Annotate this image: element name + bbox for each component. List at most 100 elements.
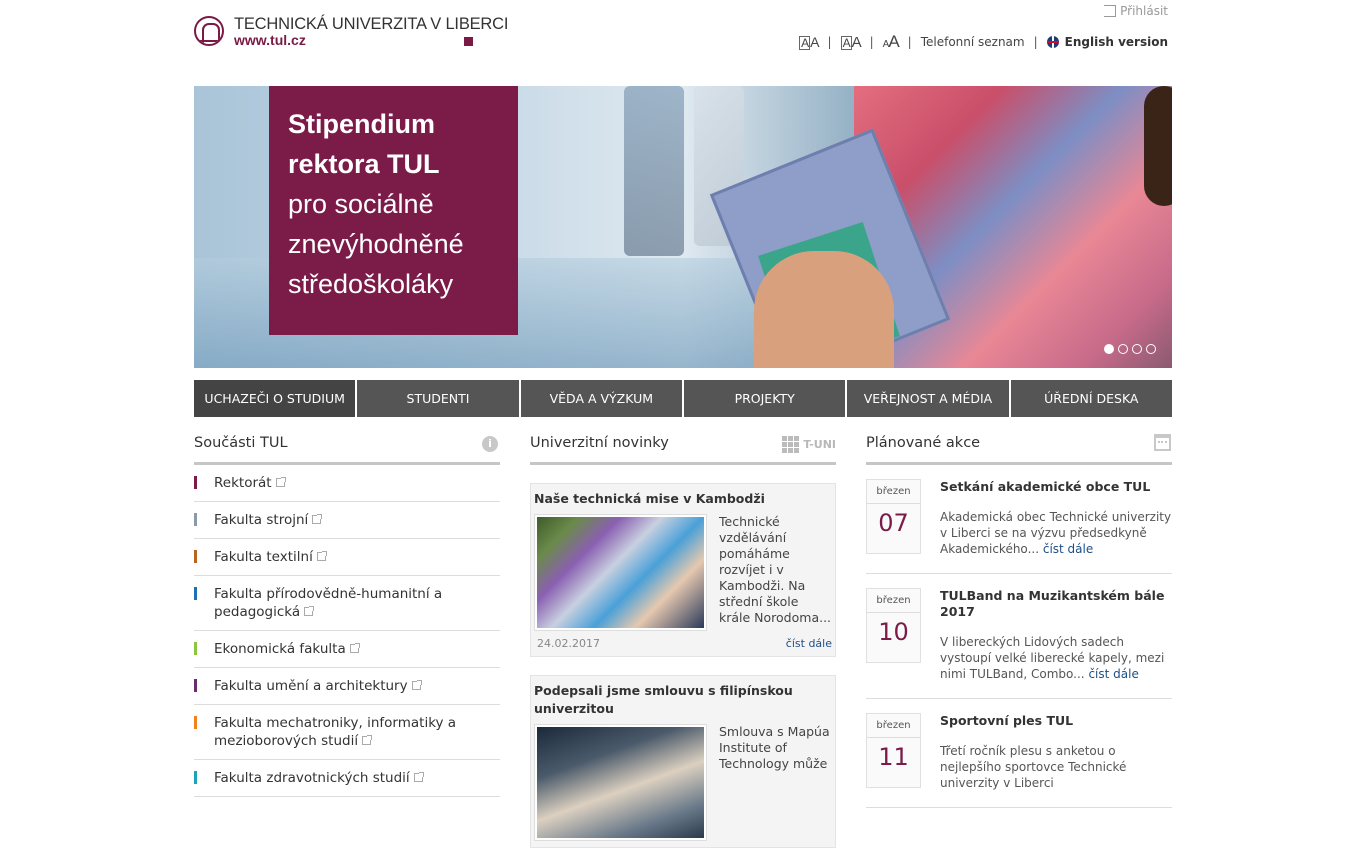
event-month: březen bbox=[876, 720, 911, 731]
news-item[interactable]: Podepsali jsme smlouvu s filipínskou uni… bbox=[530, 675, 836, 848]
faculty-color-bar bbox=[194, 679, 197, 692]
nav-public-media[interactable]: VEŘEJNOST A MÉDIA bbox=[847, 380, 1011, 417]
news-column: Univerzitní novinky T-UNI Naše technická… bbox=[530, 430, 836, 848]
nav-research[interactable]: VĚDA A VÝZKUM bbox=[520, 380, 684, 417]
faculty-label: Fakulta přírodovědně-humanitní a pedagog… bbox=[214, 586, 443, 620]
events-column: Plánované akce březen 07 Setkání akademick… bbox=[866, 430, 1172, 808]
faculty-label: Fakulta textilní bbox=[214, 549, 313, 565]
slider-dots bbox=[1104, 344, 1156, 354]
faculty-label: Rektorát bbox=[214, 475, 272, 491]
parts-list: Rektorát Fakulta strojní Fakulta textilní F… bbox=[194, 465, 500, 797]
slider-dot[interactable] bbox=[1146, 344, 1156, 354]
faculty-link[interactable]: Rektorát bbox=[194, 465, 500, 502]
english-version-link[interactable]: English version bbox=[1046, 35, 1168, 49]
faculty-link[interactable]: Ekonomická fakulta bbox=[194, 631, 500, 668]
read-more-link[interactable]: číst dále bbox=[1088, 667, 1138, 681]
events-title: Plánované akce bbox=[866, 435, 981, 451]
parts-column: Součásti TUL i Rektorát Fakulta strojní Fa… bbox=[194, 430, 500, 797]
event-day: 10 bbox=[878, 618, 909, 646]
faculty-link[interactable]: Fakulta mechatroniky, informatiky a mezi… bbox=[194, 705, 500, 760]
news-item-image[interactable] bbox=[534, 514, 707, 631]
event-day: 11 bbox=[878, 743, 909, 771]
news-item[interactable]: Naše technická mise v Kambodži Technické… bbox=[530, 483, 836, 657]
external-link-icon bbox=[413, 772, 424, 782]
faculty-link[interactable]: Fakulta strojní bbox=[194, 502, 500, 539]
faculty-color-bar bbox=[194, 550, 197, 563]
event-title[interactable]: Sportovní ples TUL bbox=[940, 713, 1172, 729]
event-date: březen 11 bbox=[866, 713, 921, 788]
hero-line: rektora TUL bbox=[288, 149, 440, 179]
faculty-label: Fakulta mechatroniky, informatiky a mezi… bbox=[214, 715, 457, 749]
faculty-link[interactable]: Fakulta zdravotnických studií bbox=[194, 760, 500, 797]
faculty-label: Fakulta umění a architektury bbox=[214, 678, 408, 694]
event-title[interactable]: Setkání akademické obce TUL bbox=[940, 479, 1172, 495]
event-item[interactable]: březen 07 Setkání akademické obce TUL Akade… bbox=[866, 465, 1172, 574]
faculty-color-bar bbox=[194, 642, 197, 655]
faculty-link[interactable]: Fakulta umění a architektury bbox=[194, 668, 500, 705]
login-link[interactable]: Přihlásit bbox=[1104, 4, 1168, 18]
grid-icon bbox=[782, 436, 800, 453]
event-date: březen 10 bbox=[866, 588, 921, 663]
external-link-icon bbox=[362, 735, 373, 745]
faculty-link[interactable]: Fakulta textilní bbox=[194, 539, 500, 576]
read-more-link[interactable]: číst dále bbox=[786, 637, 832, 650]
uk-flag-icon bbox=[1046, 36, 1059, 48]
hero-slider[interactable]: Stipendium rektora TUL pro sociálně znev… bbox=[194, 86, 1172, 368]
university-url: www.tul.cz bbox=[234, 32, 306, 48]
slider-dot[interactable] bbox=[1132, 344, 1142, 354]
event-text: Akademická obec Technické univerzity v L… bbox=[940, 510, 1172, 556]
faculty-label: Ekonomická fakulta bbox=[214, 641, 346, 657]
event-date: březen 07 bbox=[866, 479, 921, 554]
news-item-title[interactable]: Naše technická mise v Kambodži bbox=[534, 490, 832, 508]
news-item-text: Technické vzdělávání pomáháme rozvíjet i… bbox=[719, 514, 832, 625]
tul-emblem-icon bbox=[194, 16, 224, 46]
event-month: březen bbox=[876, 486, 911, 497]
calendar-icon[interactable] bbox=[1154, 434, 1171, 451]
font-size-medium-button[interactable]: AA bbox=[840, 34, 862, 51]
nav-official-board[interactable]: ÚŘEDNÍ DESKA bbox=[1010, 380, 1172, 417]
parts-title: Součásti TUL bbox=[194, 435, 288, 451]
external-link-icon bbox=[411, 680, 422, 690]
slider-dot[interactable] bbox=[1118, 344, 1128, 354]
news-item-title[interactable]: Podepsali jsme smlouvu s filipínskou uni… bbox=[534, 682, 832, 718]
external-link-icon bbox=[349, 643, 360, 653]
event-title[interactable]: TULBand na Muzikantském bále 2017 bbox=[940, 588, 1172, 620]
faculty-color-bar bbox=[194, 587, 197, 600]
event-day: 07 bbox=[878, 509, 909, 537]
nav-students[interactable]: STUDENTI bbox=[357, 380, 521, 417]
phone-directory-link[interactable]: Telefonní seznam bbox=[921, 35, 1025, 49]
news-item-image[interactable] bbox=[534, 724, 707, 841]
hero-line: středoškoláky bbox=[288, 269, 454, 299]
external-link-icon bbox=[275, 477, 286, 487]
external-link-icon bbox=[312, 514, 323, 524]
read-more-link[interactable]: číst dále bbox=[1043, 542, 1093, 556]
tuni-badge[interactable]: T-UNI bbox=[782, 436, 836, 453]
info-icon[interactable]: i bbox=[482, 436, 498, 452]
header-toolbar: AA | AA | AA | Telefonní seznam | Englis… bbox=[799, 32, 1168, 52]
event-month: březen bbox=[876, 595, 911, 606]
faculty-color-bar bbox=[194, 513, 197, 526]
hero-line: pro sociálně bbox=[288, 189, 434, 219]
main-nav: UCHAZEČI O STUDIUM STUDENTI VĚDA A VÝZKU… bbox=[194, 380, 1172, 417]
events-list: březen 07 Setkání akademické obce TUL Akade… bbox=[866, 465, 1172, 808]
faculty-color-bar bbox=[194, 716, 197, 729]
login-label: Přihlásit bbox=[1120, 4, 1168, 18]
university-logo[interactable]: TECHNICKÁ UNIVERZITA V LIBERCI www.tul.c… bbox=[194, 15, 508, 50]
hero-line: Stipendium bbox=[288, 109, 435, 139]
faculty-label: Fakulta zdravotnických studií bbox=[214, 770, 410, 786]
faculty-link[interactable]: Fakulta přírodovědně-humanitní a pedagog… bbox=[194, 576, 500, 631]
faculty-color-bar bbox=[194, 771, 197, 784]
slider-dot[interactable] bbox=[1104, 344, 1114, 354]
font-size-large-button[interactable]: AA bbox=[883, 32, 900, 52]
event-item[interactable]: březen 10 TULBand na Muzikantském bále 201… bbox=[866, 574, 1172, 699]
nav-applicants[interactable]: UCHAZEČI O STUDIUM bbox=[194, 380, 358, 417]
external-link-icon bbox=[316, 551, 327, 561]
nav-projects[interactable]: PROJEKTY bbox=[683, 380, 848, 417]
hero-promo-box: Stipendium rektora TUL pro sociálně znev… bbox=[269, 86, 518, 335]
font-size-small-button[interactable]: AA bbox=[799, 34, 820, 50]
faculty-color-bar bbox=[194, 476, 197, 489]
logo-square bbox=[464, 37, 473, 46]
faculty-label: Fakulta strojní bbox=[214, 512, 309, 528]
news-item-text: Smlouva s Mapúa Institute of Technology … bbox=[719, 724, 830, 771]
event-item[interactable]: březen 11 Sportovní ples TUL Třetí ročník p… bbox=[866, 699, 1172, 808]
